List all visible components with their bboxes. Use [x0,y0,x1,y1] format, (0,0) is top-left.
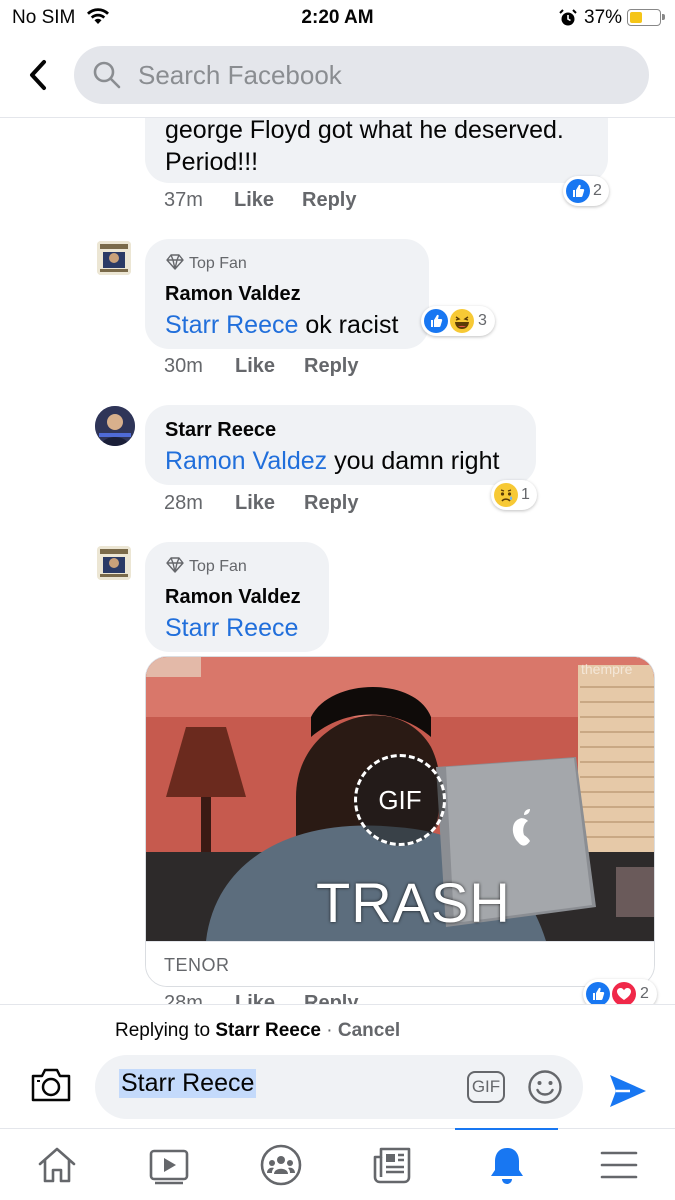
tab-watch[interactable] [147,1143,191,1187]
separator: · [326,1020,333,1041]
gif-caption: TRASH [316,871,511,934]
tab-news[interactable] [371,1143,415,1187]
comment-bubble[interactable]: Top Fan Ramon Valdez Starr Reece [145,542,329,652]
replying-prefix: Replying to [115,1020,211,1041]
comment-bubble[interactable]: george Floyd got what he deserved. Perio… [145,118,608,183]
comment-bubble[interactable]: Starr Reece Ramon Valdez you damn right [145,405,536,485]
haha-reaction-icon [450,309,474,333]
cancel-reply-button[interactable]: Cancel [338,1020,400,1041]
gif-badge-label: GIF [378,785,422,815]
notifications-icon [491,1148,523,1184]
comment-body: you damn right [327,447,500,475]
mention-link[interactable]: Starr Reece [165,311,298,339]
top-fan-badge: Top Fan [165,557,247,576]
gif-play-badge[interactable]: GIF [354,754,446,846]
gif-source: TENOR [164,955,230,975]
comment-time: 30m [164,355,203,377]
comment-time: 28m [164,992,203,1004]
camera-button[interactable] [30,1067,72,1108]
reaction-count: 2 [593,182,602,199]
reply-link[interactable]: Reply [304,355,358,378]
like-link[interactable]: Like [235,492,275,515]
avatar[interactable] [95,406,135,446]
replying-to-banner: Replying to Starr Reece · Cancel [115,1020,400,1042]
groups-icon [260,1144,302,1186]
reply-input-box[interactable]: Starr Reece GIF [95,1055,583,1119]
top-fan-label: Top Fan [189,558,247,575]
love-reaction-icon [612,982,636,1004]
search-input[interactable] [138,46,628,104]
search-header [0,36,675,118]
comment-text: Period!!! [165,148,259,176]
home-icon [38,1147,76,1183]
reaction-count: 1 [521,486,530,503]
menu-icon [600,1151,638,1179]
reaction-count: 3 [478,312,487,329]
comment-text: Ramon Valdez you damn right [165,447,499,476]
chevron-left-icon [30,60,46,90]
top-fan-label: Top Fan [189,255,247,272]
comment-text: Starr Reece [165,614,298,643]
comment-time: 37m [164,189,203,211]
reaction-summary[interactable]: 3 [421,306,495,336]
camera-icon [31,1068,71,1102]
avatar[interactable] [97,546,131,580]
emoji-button[interactable] [527,1069,563,1110]
like-link[interactable]: Like [235,992,275,1004]
diamond-icon [166,557,184,573]
reply-composer: Replying to Starr Reece · Cancel Starr R… [0,1004,675,1128]
reaction-summary[interactable]: 1 [491,480,537,510]
reply-link[interactable]: Reply [304,492,358,515]
status-bar: No SIM 2:20 AM 37% [0,0,675,36]
comment-bubble[interactable]: Top Fan Ramon Valdez Starr Reece ok raci… [145,239,429,349]
like-reaction-icon [566,179,590,203]
mention-link[interactable]: Starr Reece [165,614,298,642]
news-icon [373,1147,411,1184]
like-link[interactable]: Like [234,189,274,212]
tab-home[interactable] [35,1143,79,1187]
video-icon [149,1149,189,1185]
tab-menu[interactable] [597,1143,641,1187]
gif-image[interactable]: thempre TRASH GIF [146,657,654,941]
sad-reaction-icon [494,483,518,507]
comment-text: Starr Reece ok racist [165,311,398,340]
reply-link[interactable]: Reply [304,992,358,1004]
smiley-icon [528,1070,562,1104]
like-reaction-icon [424,309,448,333]
battery-icon [627,9,665,26]
alarm-icon [558,8,578,34]
back-button[interactable] [24,58,54,92]
send-button[interactable] [608,1073,648,1114]
like-reaction-icon [586,982,610,1004]
tab-notifications[interactable] [485,1143,529,1187]
like-link[interactable]: Like [235,355,275,378]
reply-link[interactable]: Reply [302,189,356,212]
avatar[interactable] [97,241,131,275]
reaction-summary[interactable]: 2 [583,979,657,1004]
send-icon [610,1075,646,1107]
reply-input[interactable]: Starr Reece [119,1069,257,1098]
search-icon [92,60,122,95]
gif-attachment[interactable]: thempre TRASH GIF TENOR [145,656,655,987]
mention-link[interactable]: Ramon Valdez [165,447,327,475]
gif-watermark: thempre [581,661,633,677]
top-fan-badge: Top Fan [165,254,247,273]
search-bar[interactable] [74,46,649,104]
comment-author[interactable]: Starr Reece [165,419,276,442]
comment-time: 28m [164,492,203,514]
diamond-icon [166,254,184,270]
battery-percent: 37% [584,7,623,28]
reaction-summary[interactable]: 2 [563,176,609,206]
tab-groups[interactable] [259,1143,303,1187]
comment-author[interactable]: Ramon Valdez [165,586,301,609]
replying-name: Starr Reece [215,1020,321,1041]
tab-bar [0,1127,675,1200]
comment-author[interactable]: Ramon Valdez [165,283,301,306]
comment-feed[interactable]: george Floyd got what he deserved. Perio… [0,118,675,1004]
gif-footer[interactable]: TENOR [146,941,654,986]
comment-body: ok racist [298,311,399,339]
gif-button[interactable]: GIF [467,1071,505,1103]
reaction-count: 2 [640,985,649,1002]
comment-text: george Floyd got what he deserved. [165,118,564,144]
